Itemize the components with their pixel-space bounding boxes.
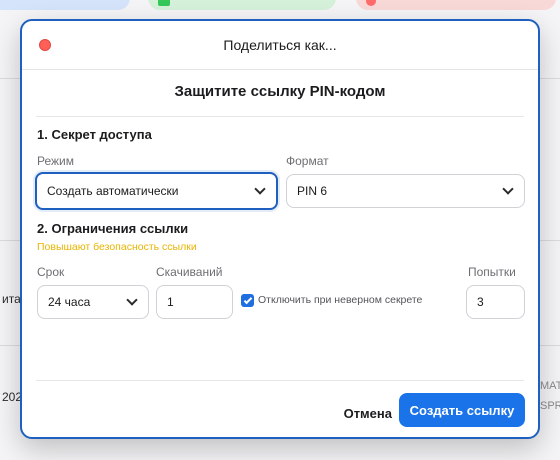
term-label: Срок: [37, 265, 65, 279]
red-status-icon: [366, 0, 376, 6]
background-right-text: SPR: [540, 400, 560, 412]
limits-hint: Повышают безопасность ссылки: [37, 241, 197, 253]
share-dialog: Поделиться как... Защитите ссылку PIN-ко…: [20, 19, 540, 439]
mode-select-value: Создать автоматически: [47, 184, 179, 198]
disable-on-wrong-secret-checkbox[interactable]: [241, 294, 254, 307]
format-label: Формат: [286, 154, 329, 168]
attempts-input-value: 3: [477, 295, 484, 309]
format-select[interactable]: PIN 6: [286, 174, 525, 208]
disable-on-wrong-secret-label[interactable]: Отключить при неверном секрете: [258, 294, 422, 306]
cancel-button[interactable]: Отмена: [342, 398, 394, 428]
section-divider: [36, 116, 524, 117]
attempts-label: Попытки: [468, 265, 516, 279]
create-link-button[interactable]: Создать ссылку: [399, 393, 525, 427]
background-tab-green: [148, 0, 336, 10]
dialog-heading: Защитите ссылку PIN-кодом: [174, 83, 386, 100]
mode-label: Режим: [37, 154, 74, 168]
chevron-down-icon: [254, 182, 266, 195]
checkmark-icon: [243, 295, 252, 304]
background-row-text: ита: [2, 292, 21, 306]
close-icon[interactable]: [39, 39, 51, 51]
chevron-down-icon: [502, 182, 514, 195]
background-right-text: МАТ: [540, 380, 560, 392]
term-select[interactable]: 24 часа: [37, 285, 149, 319]
downloads-input-value: 1: [167, 295, 174, 309]
dialog-title: Поделиться как...: [223, 37, 337, 53]
chevron-down-icon: [126, 293, 138, 306]
dialog-titlebar: Поделиться как...: [22, 21, 538, 70]
attempts-input[interactable]: 3: [466, 285, 525, 319]
term-select-value: 24 часа: [48, 295, 91, 309]
background-tab-red: [356, 0, 556, 10]
format-select-value: PIN 6: [297, 184, 328, 198]
green-status-icon: [158, 0, 170, 6]
downloads-label: Скачиваний: [156, 265, 223, 279]
section-limits-title: 2. Ограничения ссылки: [37, 221, 189, 236]
background-tab-blue: [0, 0, 130, 10]
footer-divider: [36, 380, 524, 381]
mode-select[interactable]: Создать автоматически: [35, 172, 278, 210]
downloads-input[interactable]: 1: [156, 285, 233, 319]
section-secret-title: 1. Секрет доступа: [37, 127, 152, 142]
